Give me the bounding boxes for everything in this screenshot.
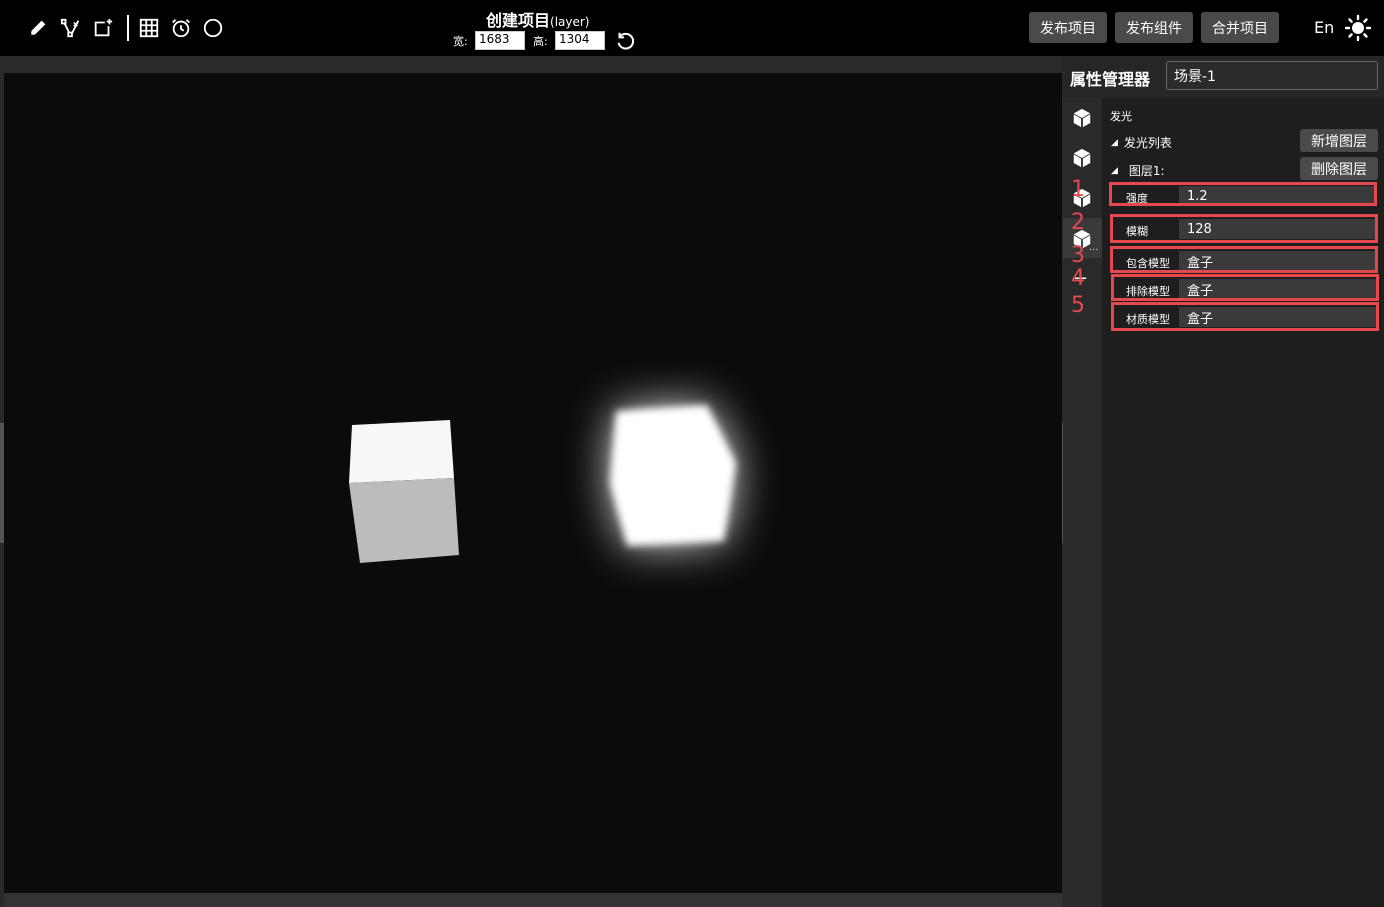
annotation-number: 1: [1071, 177, 1085, 202]
sun-icon[interactable]: [1344, 14, 1372, 42]
glow-list-label: 发光列表: [1123, 136, 1172, 150]
layer-label: 图层1:: [1128, 164, 1165, 178]
project-title: 创建项目(layer): [486, 7, 589, 31]
project-title-sub: (layer): [550, 15, 590, 29]
add-layer-button[interactable]: 新增图层: [1300, 129, 1378, 152]
material-model-select[interactable]: 盒子: [1179, 307, 1376, 327]
height-label: 高:: [533, 35, 548, 48]
material-model-field: 材质模型 盒子: [1112, 307, 1376, 327]
publish-component-button[interactable]: 发布组件: [1115, 12, 1193, 43]
field-label: 材质模型: [1126, 313, 1170, 326]
add-frame-icon[interactable]: [90, 14, 116, 42]
vector-edit-icon[interactable]: [58, 14, 84, 42]
annotation-number: 3: [1071, 243, 1085, 268]
field-label: 包含模型: [1126, 257, 1170, 270]
include-model-select[interactable]: 盒子: [1179, 251, 1376, 271]
alarm-clock-icon[interactable]: [168, 14, 194, 42]
glow-section-label: 发光: [1110, 110, 1132, 123]
height-input[interactable]: 1304: [555, 31, 605, 50]
field-label: 模糊: [1126, 225, 1148, 238]
include-model-field: 包含模型 盒子: [1112, 251, 1376, 271]
annotation-number: 2: [1071, 210, 1085, 235]
cube-icon[interactable]: [1071, 107, 1093, 129]
field-label: 排除模型: [1126, 285, 1170, 298]
scene-viewport[interactable]: [4, 73, 1062, 893]
more-options-icon[interactable]: ...: [1089, 242, 1099, 253]
collapse-triangle-icon[interactable]: ◢: [1111, 138, 1118, 148]
layer-row[interactable]: ◢ 图层1:: [1111, 162, 1165, 179]
property-manager-title: 属性管理器: [1070, 70, 1151, 89]
publish-project-button[interactable]: 发布项目: [1029, 12, 1107, 43]
project-title-text: 创建项目: [486, 11, 551, 30]
blur-field: 模糊 128: [1112, 219, 1376, 239]
horizontal-scrollbar[interactable]: [4, 893, 1062, 907]
pencil-icon[interactable]: [25, 14, 51, 42]
toolbar-divider: [127, 15, 129, 41]
width-label: 宽:: [453, 35, 468, 48]
annotation-number: 5: [1071, 293, 1085, 318]
scene-name-input[interactable]: 场景-1: [1166, 61, 1378, 90]
circle-icon[interactable]: [200, 14, 226, 42]
intensity-input[interactable]: 1.2: [1179, 186, 1376, 206]
intensity-field: 强度 1.2: [1112, 186, 1376, 206]
collapse-triangle-icon[interactable]: ◢: [1111, 166, 1118, 176]
cube-object[interactable]: [349, 420, 459, 563]
glow-list-row[interactable]: ◢ 发光列表: [1111, 134, 1172, 151]
language-toggle[interactable]: En: [1314, 18, 1334, 37]
exclude-model-select[interactable]: 盒子: [1179, 279, 1376, 299]
glowing-cube-object[interactable]: [610, 405, 736, 546]
delete-layer-button[interactable]: 删除图层: [1300, 157, 1378, 180]
exclude-model-field: 排除模型 盒子: [1112, 279, 1376, 299]
merge-project-button[interactable]: 合并项目: [1201, 12, 1279, 43]
reset-size-icon[interactable]: [614, 30, 636, 52]
scene-canvas: [349, 405, 736, 563]
cube-icon[interactable]: [1071, 147, 1093, 169]
grid-icon[interactable]: [136, 14, 162, 42]
annotation-number: 4: [1071, 266, 1085, 291]
blur-input[interactable]: 128: [1179, 219, 1376, 239]
field-label: 强度: [1126, 192, 1148, 205]
width-input[interactable]: 1683: [475, 31, 525, 50]
